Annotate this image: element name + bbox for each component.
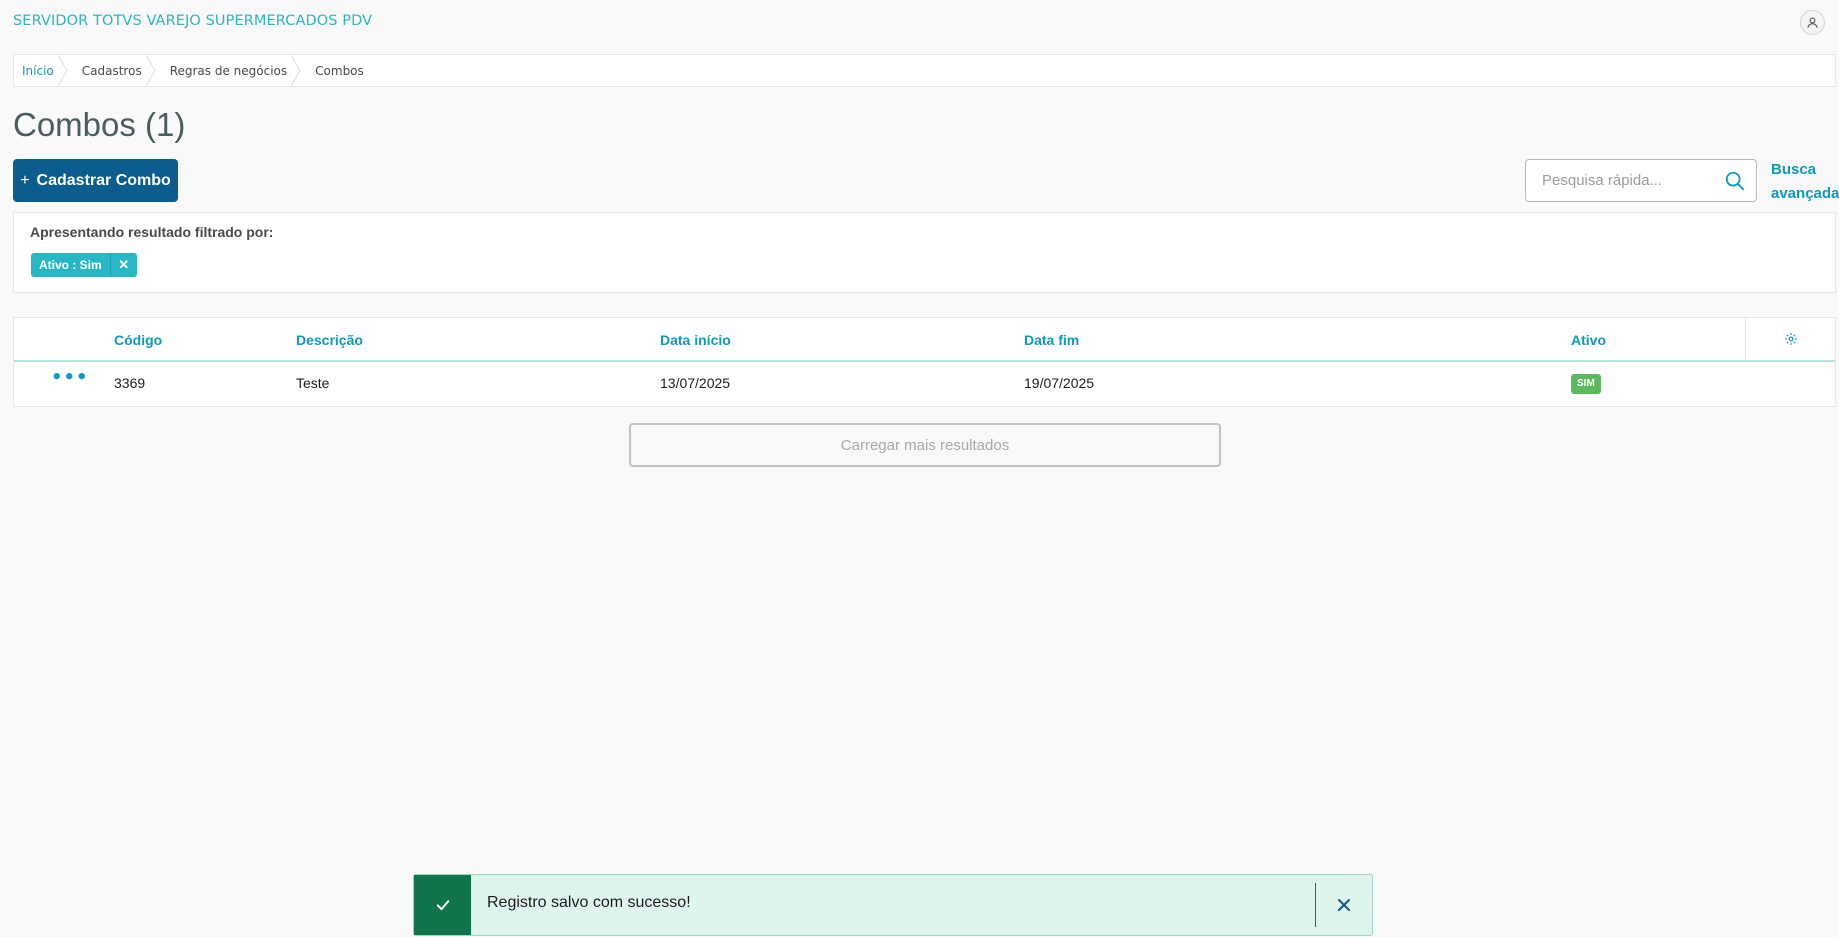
user-icon — [1807, 17, 1818, 28]
user-menu-button[interactable] — [1800, 10, 1825, 35]
more-actions-icon[interactable]: ••• — [51, 369, 89, 387]
cell-data-inicio: 13/07/2025 — [660, 375, 731, 391]
gear-icon — [1785, 333, 1797, 345]
column-header-ativo[interactable]: Ativo — [1571, 332, 1606, 348]
success-toast: Registro salvo com sucesso! — [413, 874, 1373, 936]
app-title: SERVIDOR TOTVS VAREJO SUPERMERCADOS PDV — [13, 13, 373, 29]
column-header-codigo[interactable]: Código — [114, 332, 162, 348]
quick-search-input[interactable] — [1526, 160, 1716, 201]
cell-descricao: Teste — [296, 375, 330, 391]
quick-search — [1525, 159, 1757, 202]
column-header-data-fim[interactable]: Data fim — [1024, 332, 1079, 348]
filter-label: Apresentando resultado filtrado por: — [30, 224, 274, 240]
load-more-button[interactable]: Carregar mais resultados — [629, 423, 1221, 467]
cell-codigo: 3369 — [114, 375, 146, 391]
toast-message: Registro salvo com sucesso! — [487, 894, 691, 911]
filter-chip: Ativo : Sim ✕ — [31, 253, 137, 277]
breadcrumb-separator-icon — [291, 55, 301, 86]
page-title: Combos (1) — [13, 106, 186, 143]
create-combo-button[interactable]: + Cadastrar Combo — [13, 159, 178, 202]
close-icon — [1338, 899, 1350, 911]
cell-data-fim: 19/07/2025 — [1024, 375, 1095, 391]
breadcrumb-label: Cadastros — [81, 63, 142, 78]
column-header-descricao[interactable]: Descrição — [296, 332, 363, 348]
table-header: Código Descrição Data início Data fim At… — [14, 318, 1835, 362]
breadcrumb-item-cadastros[interactable]: Cadastros — [68, 55, 156, 86]
breadcrumb-label: Início — [22, 63, 54, 78]
toast-close-button[interactable] — [1332, 893, 1356, 917]
table-settings-button[interactable] — [1745, 318, 1836, 360]
filter-panel: Apresentando resultado filtrado por: Ati… — [13, 212, 1836, 293]
check-icon — [414, 875, 471, 935]
table-row: ••• 3369 Teste 13/07/2025 19/07/2025 SIM — [14, 362, 1835, 406]
breadcrumb-item-combos: Combos — [301, 55, 378, 86]
close-icon[interactable]: ✕ — [109, 253, 137, 277]
advanced-search-line2: avançada — [1771, 185, 1839, 202]
breadcrumb-item-inicio[interactable]: Início — [14, 55, 68, 86]
toast-divider — [1315, 883, 1316, 927]
search-icon[interactable] — [1724, 170, 1746, 192]
breadcrumb-item-regras[interactable]: Regras de negócios — [156, 55, 301, 86]
plus-icon: + — [20, 171, 30, 189]
breadcrumb-label: Regras de negócios — [169, 63, 288, 78]
advanced-search-line1: Busca — [1771, 161, 1817, 178]
create-combo-label: Cadastrar Combo — [36, 171, 171, 189]
breadcrumb: Início Cadastros Regras de negócios Comb… — [13, 54, 1836, 87]
combos-table: Código Descrição Data início Data fim At… — [13, 317, 1836, 407]
app-header: SERVIDOR TOTVS VAREJO SUPERMERCADOS PDV — [0, 0, 1839, 44]
column-header-data-inicio[interactable]: Data início — [660, 332, 731, 348]
breadcrumb-separator-icon — [57, 55, 68, 86]
filter-chip-label: Ativo : Sim — [31, 253, 110, 277]
advanced-search-link[interactable]: Busca avançada — [1771, 158, 1839, 206]
breadcrumb-separator-icon — [145, 55, 156, 86]
status-badge: SIM — [1571, 374, 1601, 394]
breadcrumb-label: Combos — [315, 63, 364, 78]
